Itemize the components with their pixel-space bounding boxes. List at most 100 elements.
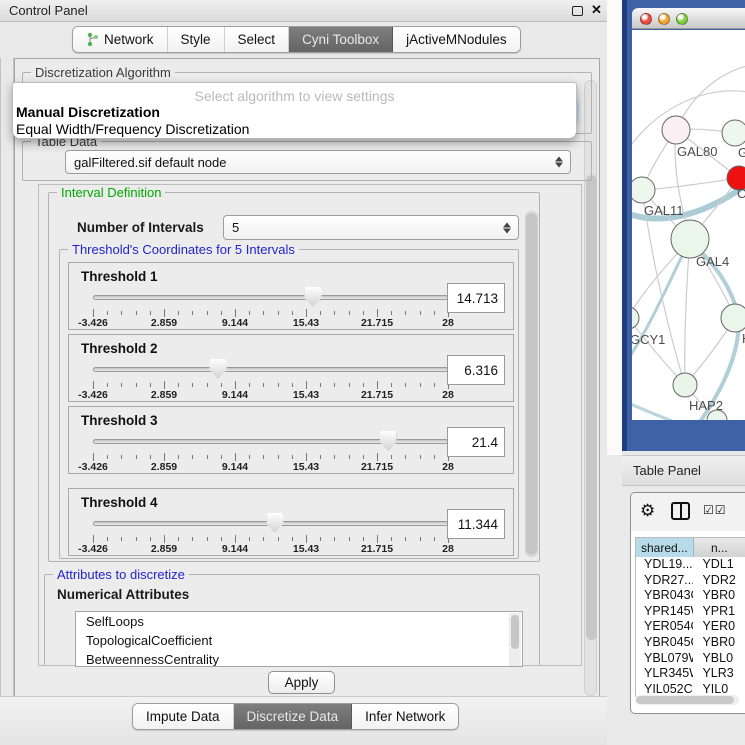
slider-ticks <box>93 309 448 317</box>
column-header-shared-name[interactable]: shared... <box>636 538 694 557</box>
number-of-intervals-combo[interactable]: 5 <box>223 215 519 240</box>
threshold-4-value-field[interactable]: 11.344 <box>447 509 505 539</box>
network-window-titlebar[interactable] <box>632 8 745 29</box>
numerical-attributes-list[interactable]: SelfLoopsTopologicalCoefficientBetweenne… <box>75 611 523 667</box>
network-node[interactable] <box>721 304 745 332</box>
checkbox-icons[interactable]: ☑☑ <box>703 503 727 517</box>
table-row[interactable]: YPR145WYPR1 <box>636 604 745 620</box>
tick-label: 2.859 <box>151 389 177 401</box>
tick-label: 21.715 <box>361 389 393 401</box>
network-icon <box>86 32 99 47</box>
threshold-2-slider-track[interactable] <box>93 367 448 372</box>
tab-style[interactable]: Style <box>168 27 225 52</box>
network-node[interactable] <box>662 116 690 144</box>
tick-label: 9.144 <box>222 543 248 555</box>
cell-shared-name: YDR27... <box>636 573 693 589</box>
slider-tick-labels: -3.4262.8599.14415.4321.71528 <box>93 461 448 473</box>
tick-label: -3.426 <box>78 317 108 329</box>
attribute-item[interactable]: TopologicalCoefficient <box>76 631 522 650</box>
column-header-name[interactable]: n... <box>694 538 745 557</box>
network-window: GAL80GACGAL11GAL4GCY1HHAP2 <box>632 8 745 420</box>
list-scrollbar[interactable] <box>509 613 521 667</box>
popup-option-manual[interactable]: Manual Discretization <box>16 104 160 120</box>
network-node[interactable] <box>673 373 697 397</box>
interval-scrollbar-thumb[interactable] <box>526 213 537 555</box>
tab-label: Style <box>181 32 211 47</box>
control-panel-titlebar: Control Panel ✕ <box>0 0 607 22</box>
numerical-attributes-label: Numerical Attributes <box>57 587 189 602</box>
cell-shared-name: YBL079W <box>636 651 693 667</box>
threshold-3-box: Threshold 3 -3.4262.8599.14415.4321.7152… <box>68 406 514 474</box>
table-row[interactable]: YBR045CYBR0 <box>636 635 745 651</box>
minimize-traffic-light-icon[interactable] <box>658 13 670 25</box>
table-row[interactable]: YBL079WYBL0 <box>636 651 745 667</box>
apply-button[interactable]: Apply <box>268 671 335 694</box>
tab-impute-data[interactable]: Impute Data <box>133 704 234 729</box>
table-row[interactable]: YBR043CYBR0 <box>636 588 745 604</box>
cell-name: YPR1 <box>693 604 745 620</box>
panel-divider[interactable] <box>607 0 622 455</box>
threshold-3-label: Threshold 3 <box>81 413 158 428</box>
thresholds-group: Threshold's Coordinates for 5 Intervals … <box>59 249 519 559</box>
attribute-item[interactable]: BetweennessCentrality <box>76 650 522 667</box>
threshold-4-box: Threshold 4 -3.4262.8599.14415.4321.7152… <box>68 488 514 556</box>
table-row[interactable]: YDL19...YDL1 <box>636 557 745 573</box>
close-traffic-light-icon[interactable] <box>640 13 652 25</box>
slider-tick-labels: -3.4262.8599.14415.4321.71528 <box>93 389 448 401</box>
tick-label: 2.859 <box>151 317 177 329</box>
network-node[interactable] <box>671 220 709 258</box>
float-window-icon[interactable] <box>572 6 583 16</box>
threshold-2-value-field[interactable]: 6.316 <box>447 355 505 385</box>
slider-tick-labels: -3.4262.8599.14415.4321.71528 <box>93 317 448 329</box>
left-scroll-strip <box>0 58 14 700</box>
tab-infer-network[interactable]: Infer Network <box>352 704 458 729</box>
tick-label: 9.144 <box>222 389 248 401</box>
zoom-traffic-light-icon[interactable] <box>676 13 688 25</box>
popup-option-equal-width[interactable]: Equal Width/Frequency Discretization <box>16 121 249 137</box>
tab-network[interactable]: Network <box>73 27 168 52</box>
tab-jactivemnodules[interactable]: jActiveMNodules <box>393 27 520 52</box>
slider-thumb[interactable] <box>210 359 227 379</box>
table-hscrollbar[interactable] <box>635 695 739 705</box>
table-data-value: galFiltered.sif default node <box>74 155 226 170</box>
tab-discretize-data[interactable]: Discretize Data <box>234 704 353 729</box>
bottom-tab-bar: Impute DataDiscretize Data Infer Network <box>0 696 607 745</box>
table-body: YDL19...YDL1YDR27...YDR2YBR043CYBR0YPR14… <box>636 557 745 697</box>
node-table: shared... n... YDL19...YDL1YDR27...YDR2Y… <box>635 537 745 697</box>
tick-label: 28 <box>442 389 454 401</box>
tab-cyni-toolbox[interactable]: Cyni Toolbox <box>289 27 393 52</box>
table-row[interactable]: YDR27...YDR2 <box>636 573 745 589</box>
network-node[interactable] <box>722 120 745 146</box>
top-tab-group: Network Style Select Cyni Toolbox jActiveMNo… <box>72 26 521 53</box>
panel-scrollbar-thumb[interactable] <box>586 175 597 640</box>
slider-ticks <box>93 381 448 389</box>
cell-shared-name: YBR045C <box>636 635 693 651</box>
tab-label: Infer Network <box>365 709 445 724</box>
tick-label: 21.715 <box>361 461 393 473</box>
threshold-1-box: Threshold 1 -3.4262.8599.14415.4321.7152… <box>68 262 514 330</box>
attributes-group: Attributes to discretize Numerical Attri… <box>44 574 540 666</box>
slider-thumb[interactable] <box>380 431 397 451</box>
close-icon[interactable]: ✕ <box>591 2 602 18</box>
split-columns-icon[interactable] <box>671 502 690 520</box>
interval-definition-group: Interval Definition Number of Intervals … <box>48 192 540 562</box>
table-row[interactable]: YER054CYER0 <box>636 619 745 635</box>
gear-icon[interactable]: ⚙ <box>640 501 655 521</box>
combo-arrows-icon <box>555 157 563 168</box>
slider-thumb[interactable] <box>304 287 321 307</box>
table-data-combo[interactable]: galFiltered.sif default node <box>65 150 571 174</box>
slider-thumb[interactable] <box>266 513 283 533</box>
table-row[interactable]: YLR345WYLR3 <box>636 666 745 682</box>
panel-title: Control Panel <box>9 3 88 18</box>
network-node[interactable] <box>632 307 639 329</box>
network-canvas[interactable]: GAL80GACGAL11GAL4GCY1HHAP2 <box>632 30 745 420</box>
attribute-item[interactable]: SelfLoops <box>76 612 522 631</box>
tab-label: Cyni Toolbox <box>302 32 379 47</box>
threshold-1-slider-track[interactable] <box>93 295 448 300</box>
tick-label: 28 <box>442 317 454 329</box>
table-header-row: shared... n... <box>636 538 745 557</box>
network-node[interactable] <box>632 177 655 203</box>
tab-select[interactable]: Select <box>225 27 290 52</box>
threshold-1-value-field[interactable]: 14.713 <box>447 283 505 313</box>
threshold-3-value-field[interactable]: 21.4 <box>447 427 505 457</box>
